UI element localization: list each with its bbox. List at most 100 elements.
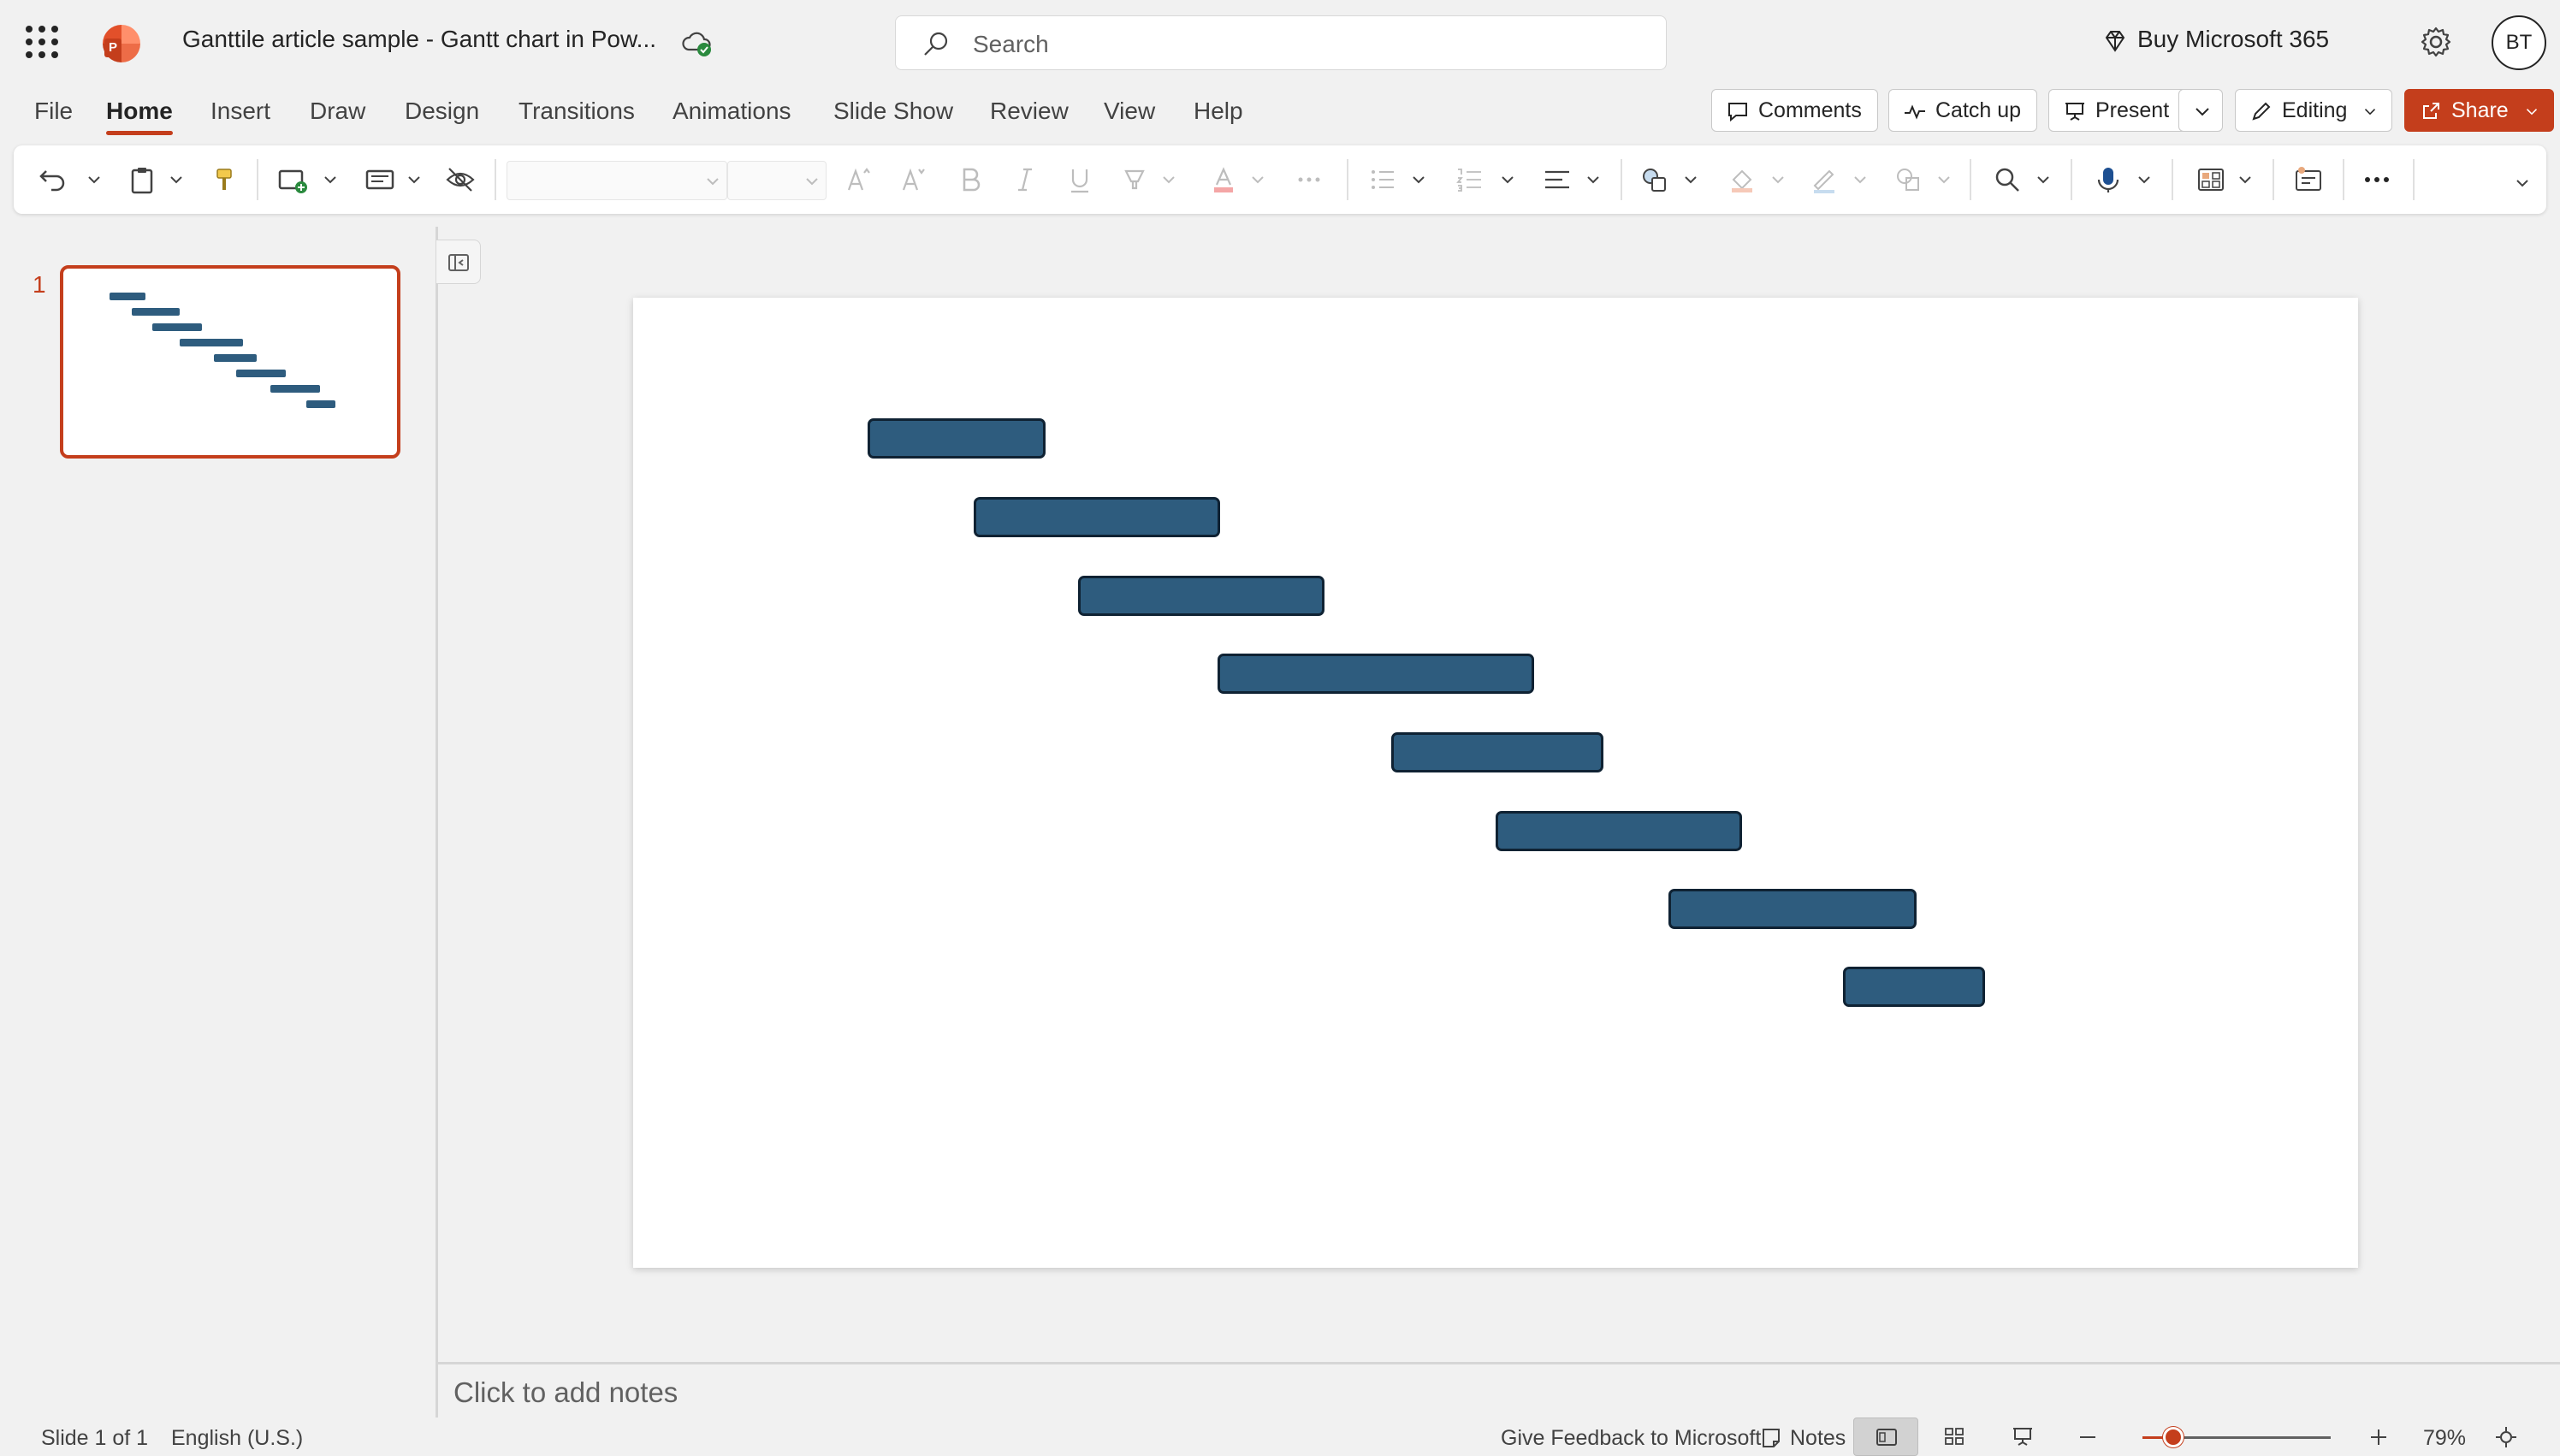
font-color-icon[interactable] (1206, 163, 1241, 197)
tab-home[interactable]: Home (106, 98, 173, 135)
present-dropdown-button[interactable] (2178, 89, 2223, 132)
zoom-in-icon[interactable] (2367, 1425, 2391, 1449)
user-avatar[interactable]: BT (2492, 15, 2546, 70)
font-size-select[interactable] (727, 161, 827, 200)
reading-view-button[interactable] (1990, 1418, 2055, 1456)
slide-thumbnail[interactable] (60, 265, 400, 459)
dictate-microphone-icon[interactable] (2091, 163, 2125, 197)
tab-transitions[interactable]: Transitions (519, 98, 635, 125)
feedback-link[interactable]: Give Feedback to Microsoft (1501, 1426, 1761, 1451)
editing-mode-button[interactable]: Editing (2235, 89, 2393, 132)
shape-outline-icon[interactable] (1807, 163, 1841, 197)
more-font-options-icon[interactable] (1292, 163, 1326, 197)
chevron-down-icon[interactable] (168, 171, 185, 188)
title-bar: P Ganttile article sample - Gantt chart … (0, 0, 2560, 86)
collapse-thumbnails-button[interactable] (436, 240, 481, 284)
chevron-down-icon[interactable] (1585, 171, 1602, 188)
chevron-down-icon[interactable] (2136, 171, 2153, 188)
gantt-bar[interactable] (1668, 889, 1917, 929)
highlight-icon[interactable] (1117, 163, 1152, 197)
chevron-down-icon[interactable] (1682, 171, 1699, 188)
new-slide-icon[interactable] (276, 163, 310, 197)
align-text-icon[interactable] (1540, 163, 1574, 197)
chevron-down-icon[interactable] (86, 171, 103, 188)
shape-effects-icon[interactable] (1891, 163, 1925, 197)
zoom-out-icon[interactable] (2076, 1425, 2100, 1449)
language-indicator[interactable]: English (U.S.) (171, 1426, 303, 1451)
comments-label: Comments (1758, 98, 1862, 122)
italic-icon[interactable] (1008, 163, 1042, 197)
gantt-bar[interactable] (1218, 654, 1534, 694)
normal-view-button[interactable] (1853, 1418, 1918, 1456)
thumbnail-bar (152, 323, 202, 331)
expand-ribbon-chevron-icon[interactable] (2514, 175, 2531, 192)
clipboard-paste-icon[interactable] (125, 163, 159, 197)
tab-help[interactable]: Help (1194, 98, 1243, 125)
tab-slide-show[interactable]: Slide Show (833, 98, 953, 125)
gantt-bar[interactable] (1078, 576, 1324, 616)
bullets-icon[interactable] (1366, 163, 1400, 197)
app-launcher-icon[interactable] (26, 26, 58, 58)
notes-pane[interactable]: Click to add notes (438, 1362, 2560, 1418)
search-box[interactable]: Search (895, 15, 1667, 70)
ribbon-separator (2071, 159, 2072, 200)
find-icon[interactable] (1990, 163, 2024, 197)
chevron-down-icon[interactable] (406, 171, 423, 188)
tab-animations[interactable]: Animations (673, 98, 791, 125)
buy-microsoft-365-button[interactable]: Buy Microsoft 365 (2105, 26, 2329, 53)
gantt-bar[interactable] (1391, 732, 1603, 772)
zoom-level[interactable]: 79% (2423, 1426, 2466, 1451)
decrease-font-size-icon[interactable] (897, 163, 931, 197)
tab-review[interactable]: Review (990, 98, 1069, 125)
chevron-down-icon[interactable] (1160, 171, 1177, 188)
catch-up-button[interactable]: Catch up (1888, 89, 2038, 132)
gantt-bar[interactable] (1496, 811, 1742, 851)
layout-icon[interactable] (363, 163, 397, 197)
tab-view[interactable]: View (1104, 98, 1155, 125)
gantt-bar[interactable] (974, 497, 1220, 537)
more-options-icon[interactable] (2360, 163, 2394, 197)
tab-design[interactable]: Design (405, 98, 479, 125)
powerpoint-logo-icon[interactable]: P (103, 25, 140, 62)
chevron-down-icon[interactable] (1935, 171, 1953, 188)
chevron-down-icon[interactable] (322, 171, 339, 188)
chevron-down-icon[interactable] (2237, 171, 2254, 188)
notes-placeholder: Click to add notes (453, 1376, 679, 1408)
slide-sorter-view-button[interactable] (1922, 1418, 1987, 1456)
format-painter-icon[interactable] (207, 163, 241, 197)
fit-to-window-icon[interactable] (2493, 1424, 2519, 1450)
chevron-down-icon[interactable] (1410, 171, 1427, 188)
gantt-bar[interactable] (868, 418, 1046, 459)
slide-canvas[interactable] (633, 298, 2358, 1268)
gantt-bar[interactable] (1843, 967, 1985, 1007)
comments-button[interactable]: Comments (1711, 89, 1878, 132)
notes-toggle-button[interactable]: Notes (1759, 1426, 1846, 1451)
chevron-down-icon[interactable] (1769, 171, 1787, 188)
share-button[interactable]: Share (2404, 89, 2554, 132)
chevron-down-icon[interactable] (2035, 171, 2052, 188)
hide-slide-icon[interactable] (443, 163, 477, 197)
font-family-select[interactable] (507, 161, 727, 200)
tab-draw[interactable]: Draw (310, 98, 365, 125)
document-title[interactable]: Ganttile article sample - Gantt chart in… (182, 26, 656, 53)
undo-icon[interactable] (36, 163, 70, 197)
shapes-icon[interactable] (1638, 163, 1672, 197)
tab-file[interactable]: File (34, 98, 73, 125)
zoom-slider-thumb[interactable] (2163, 1427, 2184, 1447)
underline-icon[interactable] (1063, 163, 1097, 197)
shape-fill-icon[interactable] (1725, 163, 1759, 197)
ribbon-separator (2273, 159, 2274, 200)
numbering-icon[interactable] (1453, 163, 1487, 197)
increase-font-size-icon[interactable] (842, 163, 876, 197)
settings-gear-icon[interactable] (2418, 24, 2454, 60)
chevron-down-icon[interactable] (1249, 171, 1266, 188)
chevron-down-icon[interactable] (1499, 171, 1516, 188)
add-in-icon[interactable] (2291, 163, 2326, 197)
bold-icon[interactable] (953, 163, 987, 197)
ribbon-separator (2343, 159, 2344, 200)
chevron-down-icon[interactable] (1852, 171, 1869, 188)
designer-icon[interactable] (2194, 163, 2228, 197)
present-button[interactable]: Present (2048, 89, 2195, 132)
cloud-saved-icon[interactable] (680, 26, 714, 60)
tab-insert[interactable]: Insert (210, 98, 270, 125)
